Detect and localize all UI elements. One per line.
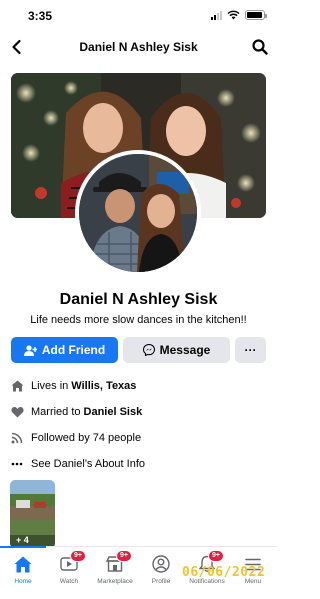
more-options-button[interactable]: ··· bbox=[235, 337, 266, 363]
add-friend-label: Add Friend bbox=[41, 343, 106, 357]
add-friend-icon bbox=[23, 344, 37, 356]
notifications-badge: 9+ bbox=[208, 550, 224, 562]
tab-watch-label: Watch bbox=[59, 578, 79, 585]
active-tab-indicator bbox=[0, 546, 46, 548]
nav-header: Daniel N Ashley Sisk bbox=[0, 32, 277, 62]
add-friend-button[interactable]: Add Friend bbox=[11, 337, 118, 363]
lives-in-prefix: Lives in bbox=[31, 380, 69, 392]
tab-marketplace-label: Marketplace bbox=[97, 578, 133, 585]
marketplace-icon: 9+ bbox=[104, 550, 132, 575]
followers-item[interactable]: Followed by 74 people bbox=[10, 425, 267, 451]
rss-icon bbox=[10, 431, 24, 445]
profile-name: Daniel N Ashley Sisk bbox=[59, 291, 218, 308]
tab-watch[interactable]: 9+ Watch bbox=[46, 550, 92, 593]
see-about-text: See Daniel's About Info bbox=[31, 458, 146, 470]
married-value[interactable]: Daniel Sisk bbox=[84, 406, 143, 418]
tab-home-label: Home bbox=[14, 578, 32, 585]
house-icon bbox=[10, 379, 24, 393]
avatar bbox=[79, 154, 197, 272]
tab-home[interactable]: Home bbox=[0, 553, 46, 593]
message-label: Message bbox=[159, 343, 211, 357]
page-title: Daniel N Ashley Sisk bbox=[79, 40, 198, 54]
marketplace-badge: 9+ bbox=[116, 550, 132, 562]
lives-in-value[interactable]: Willis, Texas bbox=[71, 380, 136, 392]
status-icons bbox=[211, 10, 267, 20]
tab-profile-label: Profile bbox=[151, 578, 171, 585]
heart-icon bbox=[10, 405, 24, 419]
married-item: Married to Daniel Sisk bbox=[10, 399, 267, 425]
photo-more-count: + 4 bbox=[16, 535, 29, 545]
married-prefix: Married to bbox=[31, 406, 81, 418]
profile-icon bbox=[150, 553, 172, 575]
battery-level bbox=[247, 12, 263, 18]
profile-picture[interactable] bbox=[75, 150, 201, 276]
messenger-icon bbox=[142, 344, 155, 356]
watch-badge: 9+ bbox=[70, 550, 86, 562]
see-about-item[interactable]: See Daniel's About Info bbox=[10, 451, 267, 477]
action-row: Add Friend Message ··· bbox=[11, 337, 266, 363]
tab-marketplace[interactable]: 9+ Marketplace bbox=[92, 550, 138, 593]
status-time: 3:35 bbox=[28, 9, 53, 23]
lives-in-item: Lives in Willis, Texas bbox=[10, 373, 267, 399]
signal-icon bbox=[211, 10, 222, 20]
back-arrow-icon[interactable] bbox=[8, 38, 26, 56]
photo-thumbnail[interactable]: + 4 bbox=[10, 480, 55, 548]
date-stamp: 06/06/2022 bbox=[182, 565, 266, 580]
search-icon[interactable] bbox=[251, 38, 269, 56]
watch-icon: 9+ bbox=[58, 550, 86, 575]
home-icon bbox=[12, 553, 34, 575]
wifi-icon bbox=[227, 10, 240, 20]
tab-profile[interactable]: Profile bbox=[138, 553, 184, 593]
message-button[interactable]: Message bbox=[123, 337, 230, 363]
battery-icon bbox=[245, 10, 267, 20]
ellipsis-icon bbox=[10, 457, 24, 471]
profile-bio: Life needs more slow dances in the kitch… bbox=[30, 314, 247, 326]
followers-text: Followed by 74 people bbox=[31, 432, 142, 444]
status-bar: 3:35 bbox=[0, 0, 277, 32]
more-options-icon: ··· bbox=[244, 343, 257, 357]
about-list: Lives in Willis, Texas Married to Daniel S… bbox=[10, 373, 267, 477]
